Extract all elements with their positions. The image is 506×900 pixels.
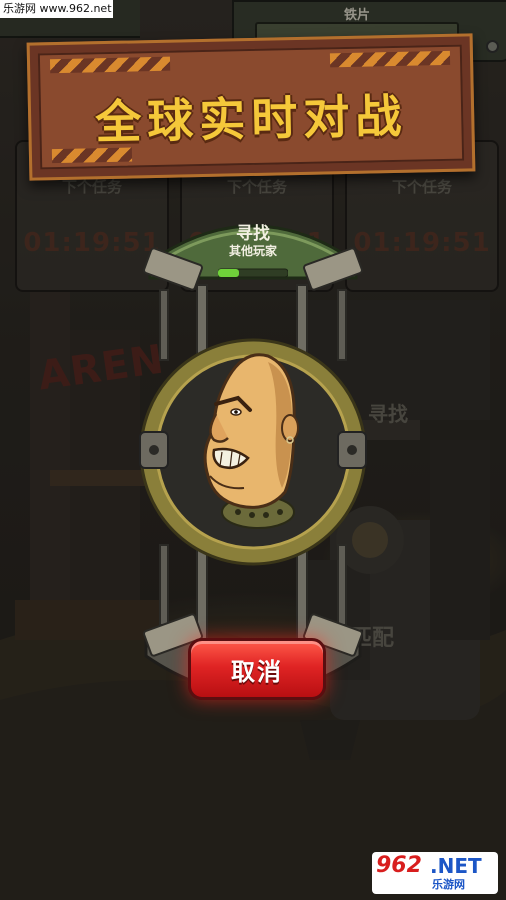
opponent-portrait	[203, 353, 299, 529]
watermark-sub: 乐游网	[432, 878, 465, 891]
watermark-bottom: 962 .NET 乐游网	[372, 852, 498, 894]
cancel-button-label: 取消	[231, 658, 283, 686]
watermark-net: .NET	[430, 854, 482, 878]
cancel-button[interactable]: 取消	[188, 638, 326, 700]
watermark-number: 962	[376, 853, 422, 878]
watermark-top: 乐游网 www.962.net	[0, 0, 113, 18]
game-scene: AREN 寻找 匹配 下个任务 01:19:51 下个任务 01:19:51 下…	[0, 0, 506, 900]
